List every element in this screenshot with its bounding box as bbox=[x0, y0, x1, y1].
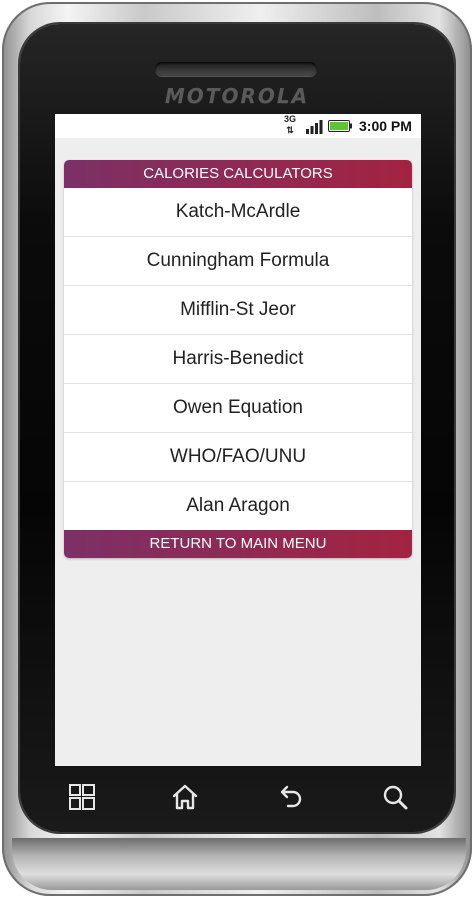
menu-item-alan-aragon[interactable]: Alan Aragon bbox=[64, 482, 412, 530]
menu-item-cunningham-formula[interactable]: Cunningham Formula bbox=[64, 237, 412, 286]
search-icon bbox=[383, 785, 408, 810]
earpiece-speaker bbox=[155, 62, 317, 76]
battery-icon bbox=[328, 120, 352, 132]
brand-logo: MOTOROLA bbox=[164, 84, 310, 108]
status-time: 3:00 PM bbox=[359, 118, 412, 134]
signal-strength-icon bbox=[306, 120, 323, 134]
menu-icon bbox=[69, 784, 95, 810]
network-indicator: 3G ⇅ bbox=[281, 114, 299, 138]
status-bar: 3G ⇅ 3:00 PM bbox=[55, 114, 421, 138]
phone-chin bbox=[12, 838, 466, 890]
back-button[interactable] bbox=[273, 780, 307, 814]
menu-button[interactable] bbox=[65, 780, 99, 814]
screen: 3G ⇅ 3:00 PM CALORIES CALCULATORS Katch-… bbox=[55, 114, 421, 766]
home-icon bbox=[172, 784, 198, 810]
calculators-menu: CALORIES CALCULATORS Katch-McArdle Cunni… bbox=[64, 160, 412, 558]
home-button[interactable] bbox=[168, 780, 202, 814]
menu-item-who-fao-unu[interactable]: WHO/FAO/UNU bbox=[64, 433, 412, 482]
menu-item-harris-benedict[interactable]: Harris-Benedict bbox=[64, 335, 412, 384]
back-icon bbox=[280, 785, 302, 808]
search-button[interactable] bbox=[378, 780, 412, 814]
menu-item-katch-mcardle[interactable]: Katch-McArdle bbox=[64, 188, 412, 237]
menu-item-owen-equation[interactable]: Owen Equation bbox=[64, 384, 412, 433]
menu-header: CALORIES CALCULATORS bbox=[64, 160, 412, 188]
network-type: 3G bbox=[283, 114, 296, 124]
menu-item-mifflin-st-jeor[interactable]: Mifflin-St Jeor bbox=[64, 286, 412, 335]
network-activity-icon: ⇅ bbox=[286, 125, 294, 135]
return-to-main-menu-button[interactable]: RETURN TO MAIN MENU bbox=[64, 530, 412, 558]
menu-list: Katch-McArdle Cunningham Formula Mifflin… bbox=[64, 188, 412, 530]
